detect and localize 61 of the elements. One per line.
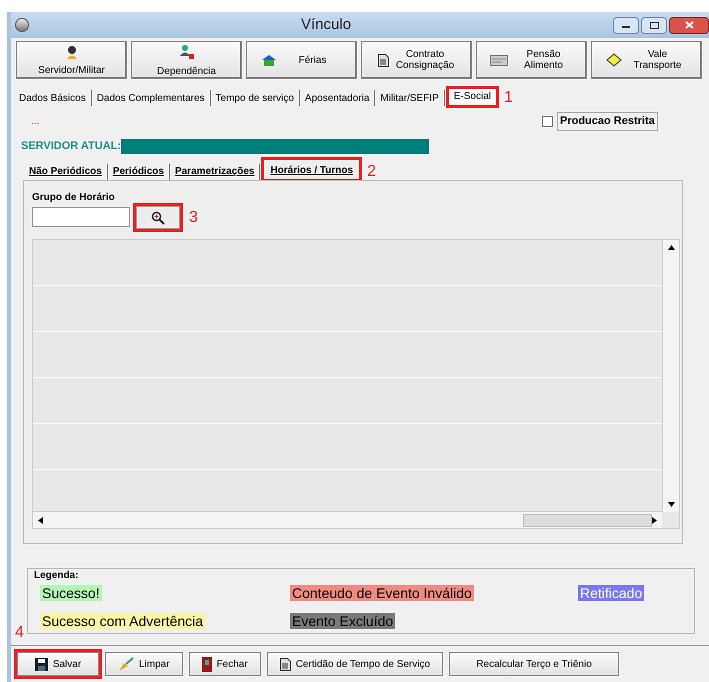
toolbar-button[interactable]: Fechar (188, 652, 261, 676)
down-arrow-icon[interactable] (668, 502, 674, 507)
toolbar-button[interactable]: Recalcular Terço e Triênio (449, 652, 620, 676)
legend-title: Legenda: (34, 569, 78, 583)
search-button[interactable] (136, 206, 180, 229)
toolbar-button[interactable]: Vale Transporte (591, 41, 702, 79)
right-arrow-icon[interactable] (652, 516, 658, 524)
legend-item: Conteudo de Evento Inválido (290, 585, 474, 601)
horizontal-scrollbar[interactable] (33, 511, 662, 528)
tab[interactable]: Aposentadoria (302, 89, 372, 107)
card-icon (490, 54, 508, 66)
callout-number: 2 (367, 164, 376, 180)
tab[interactable]: E-Social (448, 88, 497, 106)
legend-item: Retificado (578, 585, 644, 601)
window-title: Vínculo (301, 14, 352, 35)
toolbar-button[interactable]: Contrato Consignação (361, 41, 472, 79)
left-arrow-icon[interactable] (38, 516, 43, 524)
scroll-thumb[interactable] (522, 514, 652, 526)
legend-item: Evento Excluído (290, 613, 396, 629)
toolbar-button[interactable]: Dependência (131, 41, 242, 79)
tab[interactable]: Dados Básicos (17, 89, 88, 107)
vertical-scrollbar[interactable] (662, 240, 679, 512)
toolbar-button[interactable]: Salvar (17, 652, 99, 676)
ticket-icon (606, 53, 622, 67)
toolbar-button[interactable]: Limpar (105, 652, 183, 676)
field-label: Grupo de Horário (32, 191, 115, 205)
tab[interactable]: Parametrizações (172, 162, 256, 180)
people-icon (178, 44, 194, 60)
current-server-label: SERVIDOR ATUAL: (21, 138, 122, 154)
person-icon (64, 44, 78, 58)
document-icon (280, 658, 291, 670)
close-button[interactable] (669, 16, 709, 34)
toolbar-button[interactable]: Pensão Alimento (476, 41, 587, 79)
callout-number: 3 (189, 208, 198, 228)
tab[interactable]: Periódicos (110, 162, 166, 180)
search-icon (151, 210, 165, 224)
input-field[interactable] (32, 207, 130, 227)
checkbox-label: Producao Restrita (557, 112, 658, 130)
tab[interactable]: Militar/SEFIP (378, 89, 441, 107)
broom-icon (118, 656, 134, 672)
maximize-button[interactable] (641, 16, 667, 34)
minimize-button[interactable] (613, 16, 639, 34)
tab[interactable]: Horários / Turnos (263, 159, 360, 180)
app-icon (15, 18, 29, 32)
ellipsis-text: ... (31, 115, 40, 129)
callout-number: 4 (15, 625, 24, 641)
checkbox[interactable] (542, 116, 553, 127)
legend-item: Sucesso com Advertência (40, 613, 206, 629)
legend-item: Sucesso! (40, 585, 102, 601)
document-icon (378, 54, 389, 66)
tab[interactable]: Não Periódicos (27, 162, 104, 180)
door-icon (202, 656, 212, 672)
toolbar-button[interactable]: Servidor/Militar (16, 41, 127, 79)
house-icon (260, 54, 276, 66)
toolbar-button[interactable]: Certidão de Tempo de Serviço (266, 652, 444, 676)
tab[interactable]: Dados Complementares (94, 89, 207, 107)
toolbar-button[interactable]: Férias (246, 41, 357, 79)
callout-number: 1 (504, 90, 513, 106)
close-icon (684, 21, 694, 29)
tab[interactable]: Tempo de serviço (214, 89, 296, 107)
up-arrow-icon[interactable] (668, 245, 674, 250)
